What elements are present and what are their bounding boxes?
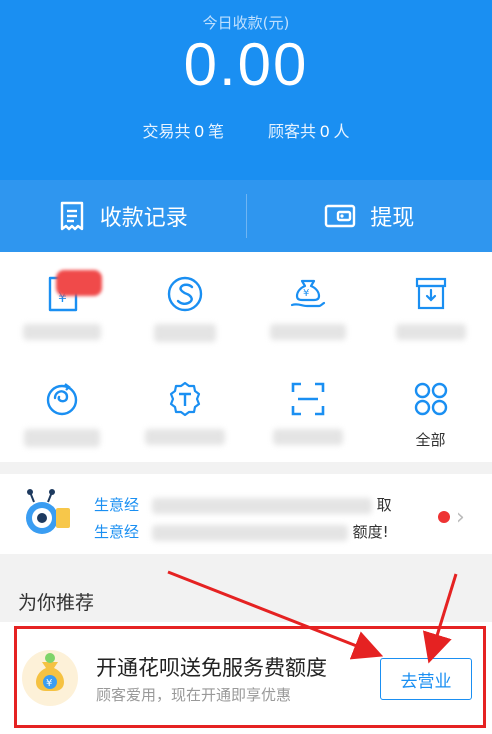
notice-line-1: 生意经 取	[94, 494, 392, 515]
today-stats: 交易共 0 笔 顾客共 0 人	[0, 118, 492, 142]
scan-icon	[291, 382, 324, 416]
recommend-subtitle: 顾客爱用，现在开通即享优惠	[96, 686, 292, 704]
grid-item-invoice[interactable]: ¥	[0, 252, 123, 352]
coin-bag-icon: ¥	[22, 650, 78, 706]
unread-dot	[438, 511, 450, 523]
customer-count-stat: 顾客共 0 人	[268, 122, 350, 141]
records-label: 收款记录	[99, 206, 188, 231]
grid-item-all[interactable]: 全部	[369, 357, 492, 457]
svg-text:¥: ¥	[303, 288, 309, 299]
grid-item-scan[interactable]	[246, 357, 369, 457]
notice-text-1: 取	[376, 496, 392, 514]
today-summary-header: 今日收款(元) 0.00 交易共 0 笔 顾客共 0 人	[0, 0, 492, 180]
notice-line-2: 生意经 额度!	[94, 521, 389, 542]
grid-item-loan[interactable]: ¥	[246, 252, 369, 352]
notification-badge	[56, 270, 102, 296]
notice-tag-1: 生意经	[94, 496, 140, 514]
grid-item-huabei[interactable]	[123, 252, 246, 352]
money-bag-icon: ¥	[290, 279, 325, 308]
open-business-button[interactable]: 去营业	[380, 658, 472, 700]
receipt-icon	[60, 201, 83, 231]
recommend-name: 开通花呗送免服务费额度	[96, 656, 327, 680]
records-button[interactable]: 收款记录	[0, 180, 246, 252]
chevron-right-icon: ›	[456, 505, 465, 530]
grid-item-coupon[interactable]	[123, 357, 246, 457]
trade-count-stat: 交易共 0 笔	[142, 122, 225, 141]
recommend-title: 为你推荐	[18, 592, 95, 614]
huabei-icon	[167, 276, 202, 312]
svg-text:¥: ¥	[46, 678, 52, 689]
grid-item-account[interactable]	[369, 252, 492, 352]
notice-tag-2: 生意经	[94, 523, 140, 541]
today-income-amount: 0.00	[183, 31, 309, 98]
withdraw-button[interactable]: 提现	[247, 180, 492, 252]
grid-clover-icon	[414, 382, 447, 416]
badge-t-icon	[169, 381, 200, 417]
member-icon	[46, 383, 77, 416]
grid-item-member[interactable]	[0, 357, 123, 457]
archive-box-icon	[415, 277, 446, 310]
wallet-icon	[325, 204, 356, 228]
all-label: 全部	[415, 431, 446, 449]
notice-text-2: 额度!	[352, 523, 389, 541]
withdraw-label: 提现	[370, 206, 415, 231]
ant-mascot-icon	[26, 489, 70, 534]
action-bar: 收款记录 提现	[0, 180, 492, 252]
